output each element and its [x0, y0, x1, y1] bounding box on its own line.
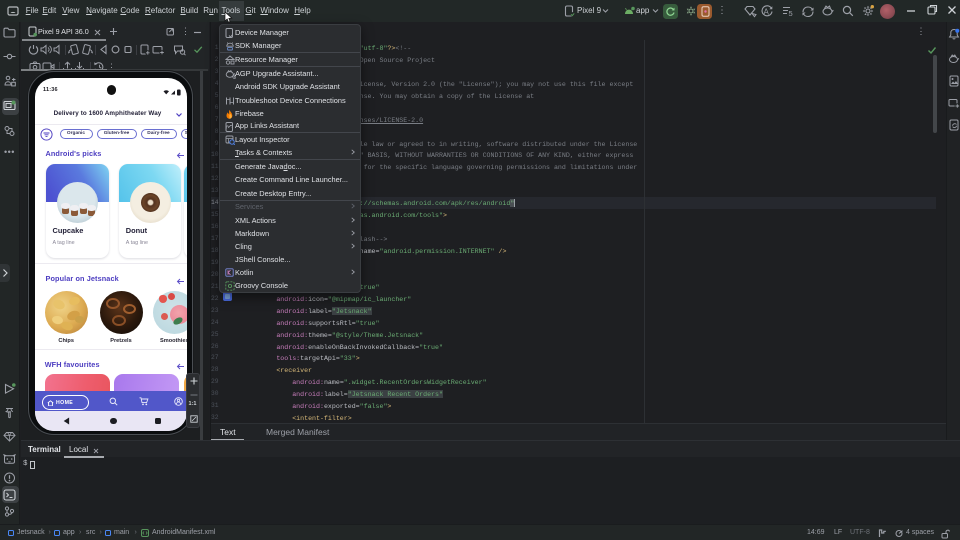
svg-text:5: 5 — [789, 9, 793, 18]
svg-text:A: A — [764, 8, 770, 17]
